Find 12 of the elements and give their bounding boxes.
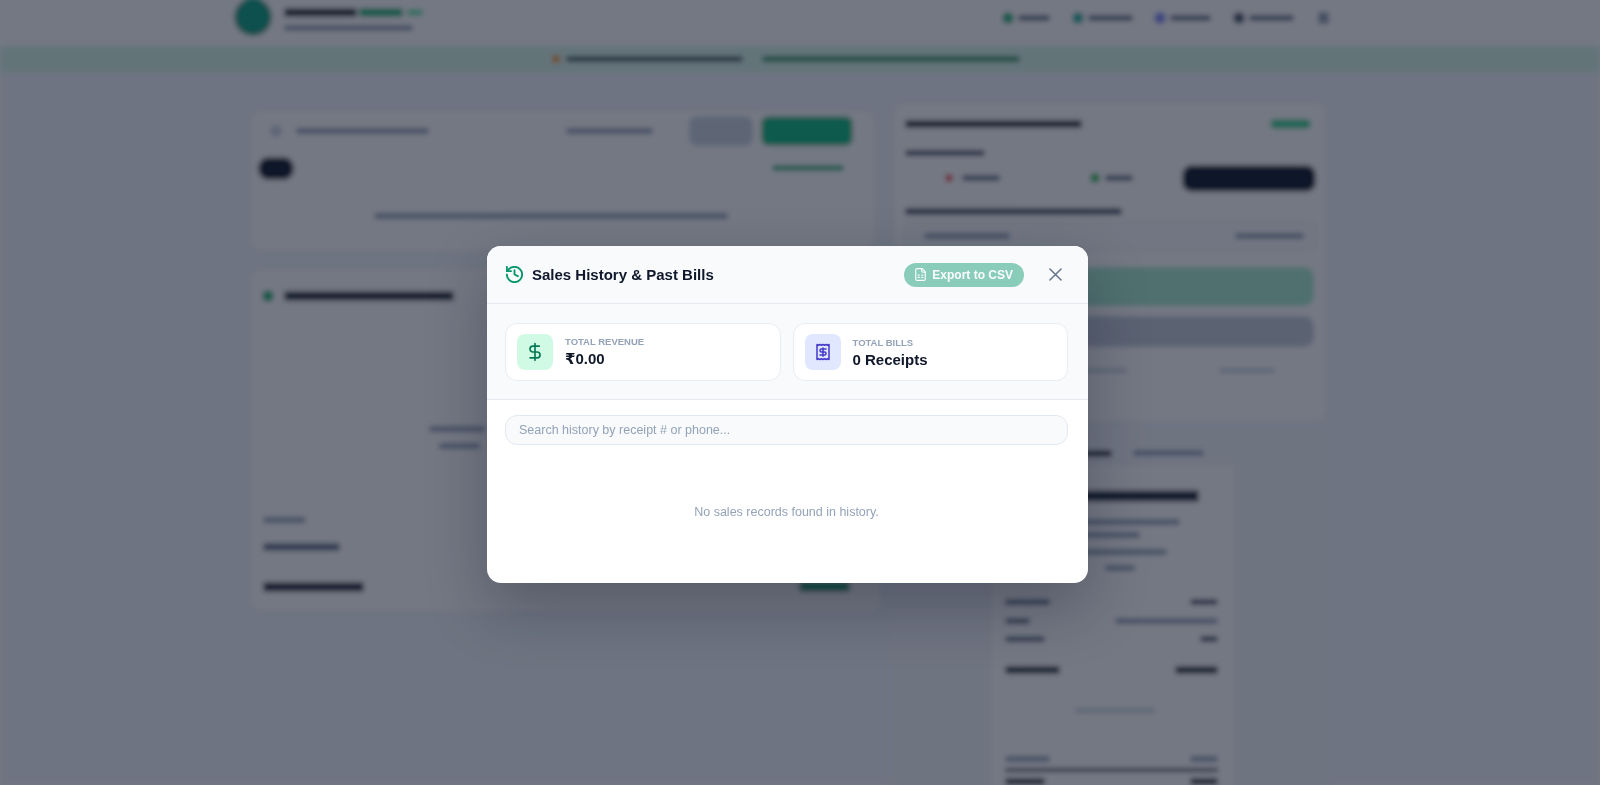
search-field[interactable]: Search history by receipt # or phone... bbox=[505, 415, 1068, 445]
modal-title: Sales History & Past Bills bbox=[532, 266, 715, 283]
dollar-icon bbox=[517, 334, 553, 370]
stat-label: TOTAL BILLS bbox=[852, 336, 915, 348]
receipt-icon bbox=[804, 334, 841, 370]
spreadsheet-file-icon bbox=[915, 268, 927, 281]
stat-label: TOTAL REVENUE bbox=[565, 336, 645, 347]
empty-state-message: No sales records found in history. bbox=[694, 505, 879, 519]
close-icon bbox=[1048, 268, 1062, 281]
stat-value: 0 Receipts bbox=[852, 350, 928, 368]
stat-value: ₹0.00 bbox=[565, 350, 606, 368]
history-icon bbox=[506, 266, 523, 283]
